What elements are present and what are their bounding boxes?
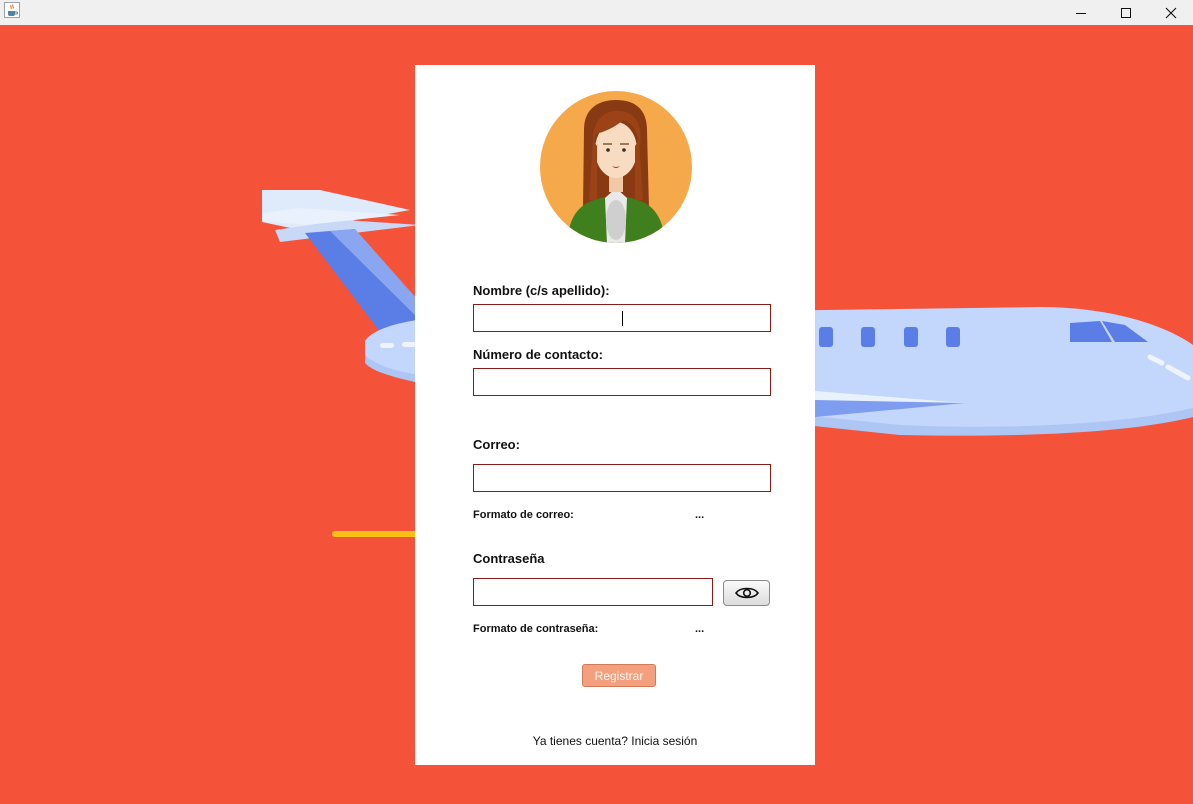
register-button[interactable]: Registrar: [582, 664, 656, 687]
title-bar: [0, 0, 1193, 26]
show-password-button[interactable]: [723, 580, 770, 606]
email-label: Correo:: [473, 437, 520, 452]
password-input[interactable]: [473, 578, 713, 606]
name-input[interactable]: [473, 304, 771, 332]
password-format-value: ...: [695, 623, 705, 635]
close-button[interactable]: [1148, 0, 1193, 25]
email-format-value: ...: [695, 509, 705, 521]
text-caret: [622, 311, 623, 326]
password-label: Contraseña: [473, 551, 545, 566]
phone-input[interactable]: [473, 368, 771, 396]
phone-label: Número de contacto:: [473, 347, 604, 362]
main-canvas: Nombre (c/s apellido): Número de contact…: [0, 25, 1193, 804]
password-format-label: Formato de contraseña:: [473, 623, 599, 635]
eye-icon: [734, 587, 759, 599]
maximize-icon: [1121, 7, 1131, 18]
login-link[interactable]: Ya tienes cuenta? Inicia sesión: [415, 734, 815, 748]
minimize-icon: [1076, 12, 1086, 14]
minimize-button[interactable]: [1058, 0, 1104, 25]
email-format-label: Formato de correo:: [473, 509, 574, 521]
registration-card: Nombre (c/s apellido): Número de contact…: [415, 65, 815, 765]
woman-avatar-icon: [540, 91, 692, 243]
name-label: Nombre (c/s apellido):: [473, 283, 610, 298]
speed-streak: [332, 531, 427, 537]
maximize-button[interactable]: [1103, 0, 1149, 25]
close-icon: [1165, 7, 1177, 18]
java-cup-icon: [4, 2, 20, 18]
email-input[interactable]: [473, 464, 771, 492]
